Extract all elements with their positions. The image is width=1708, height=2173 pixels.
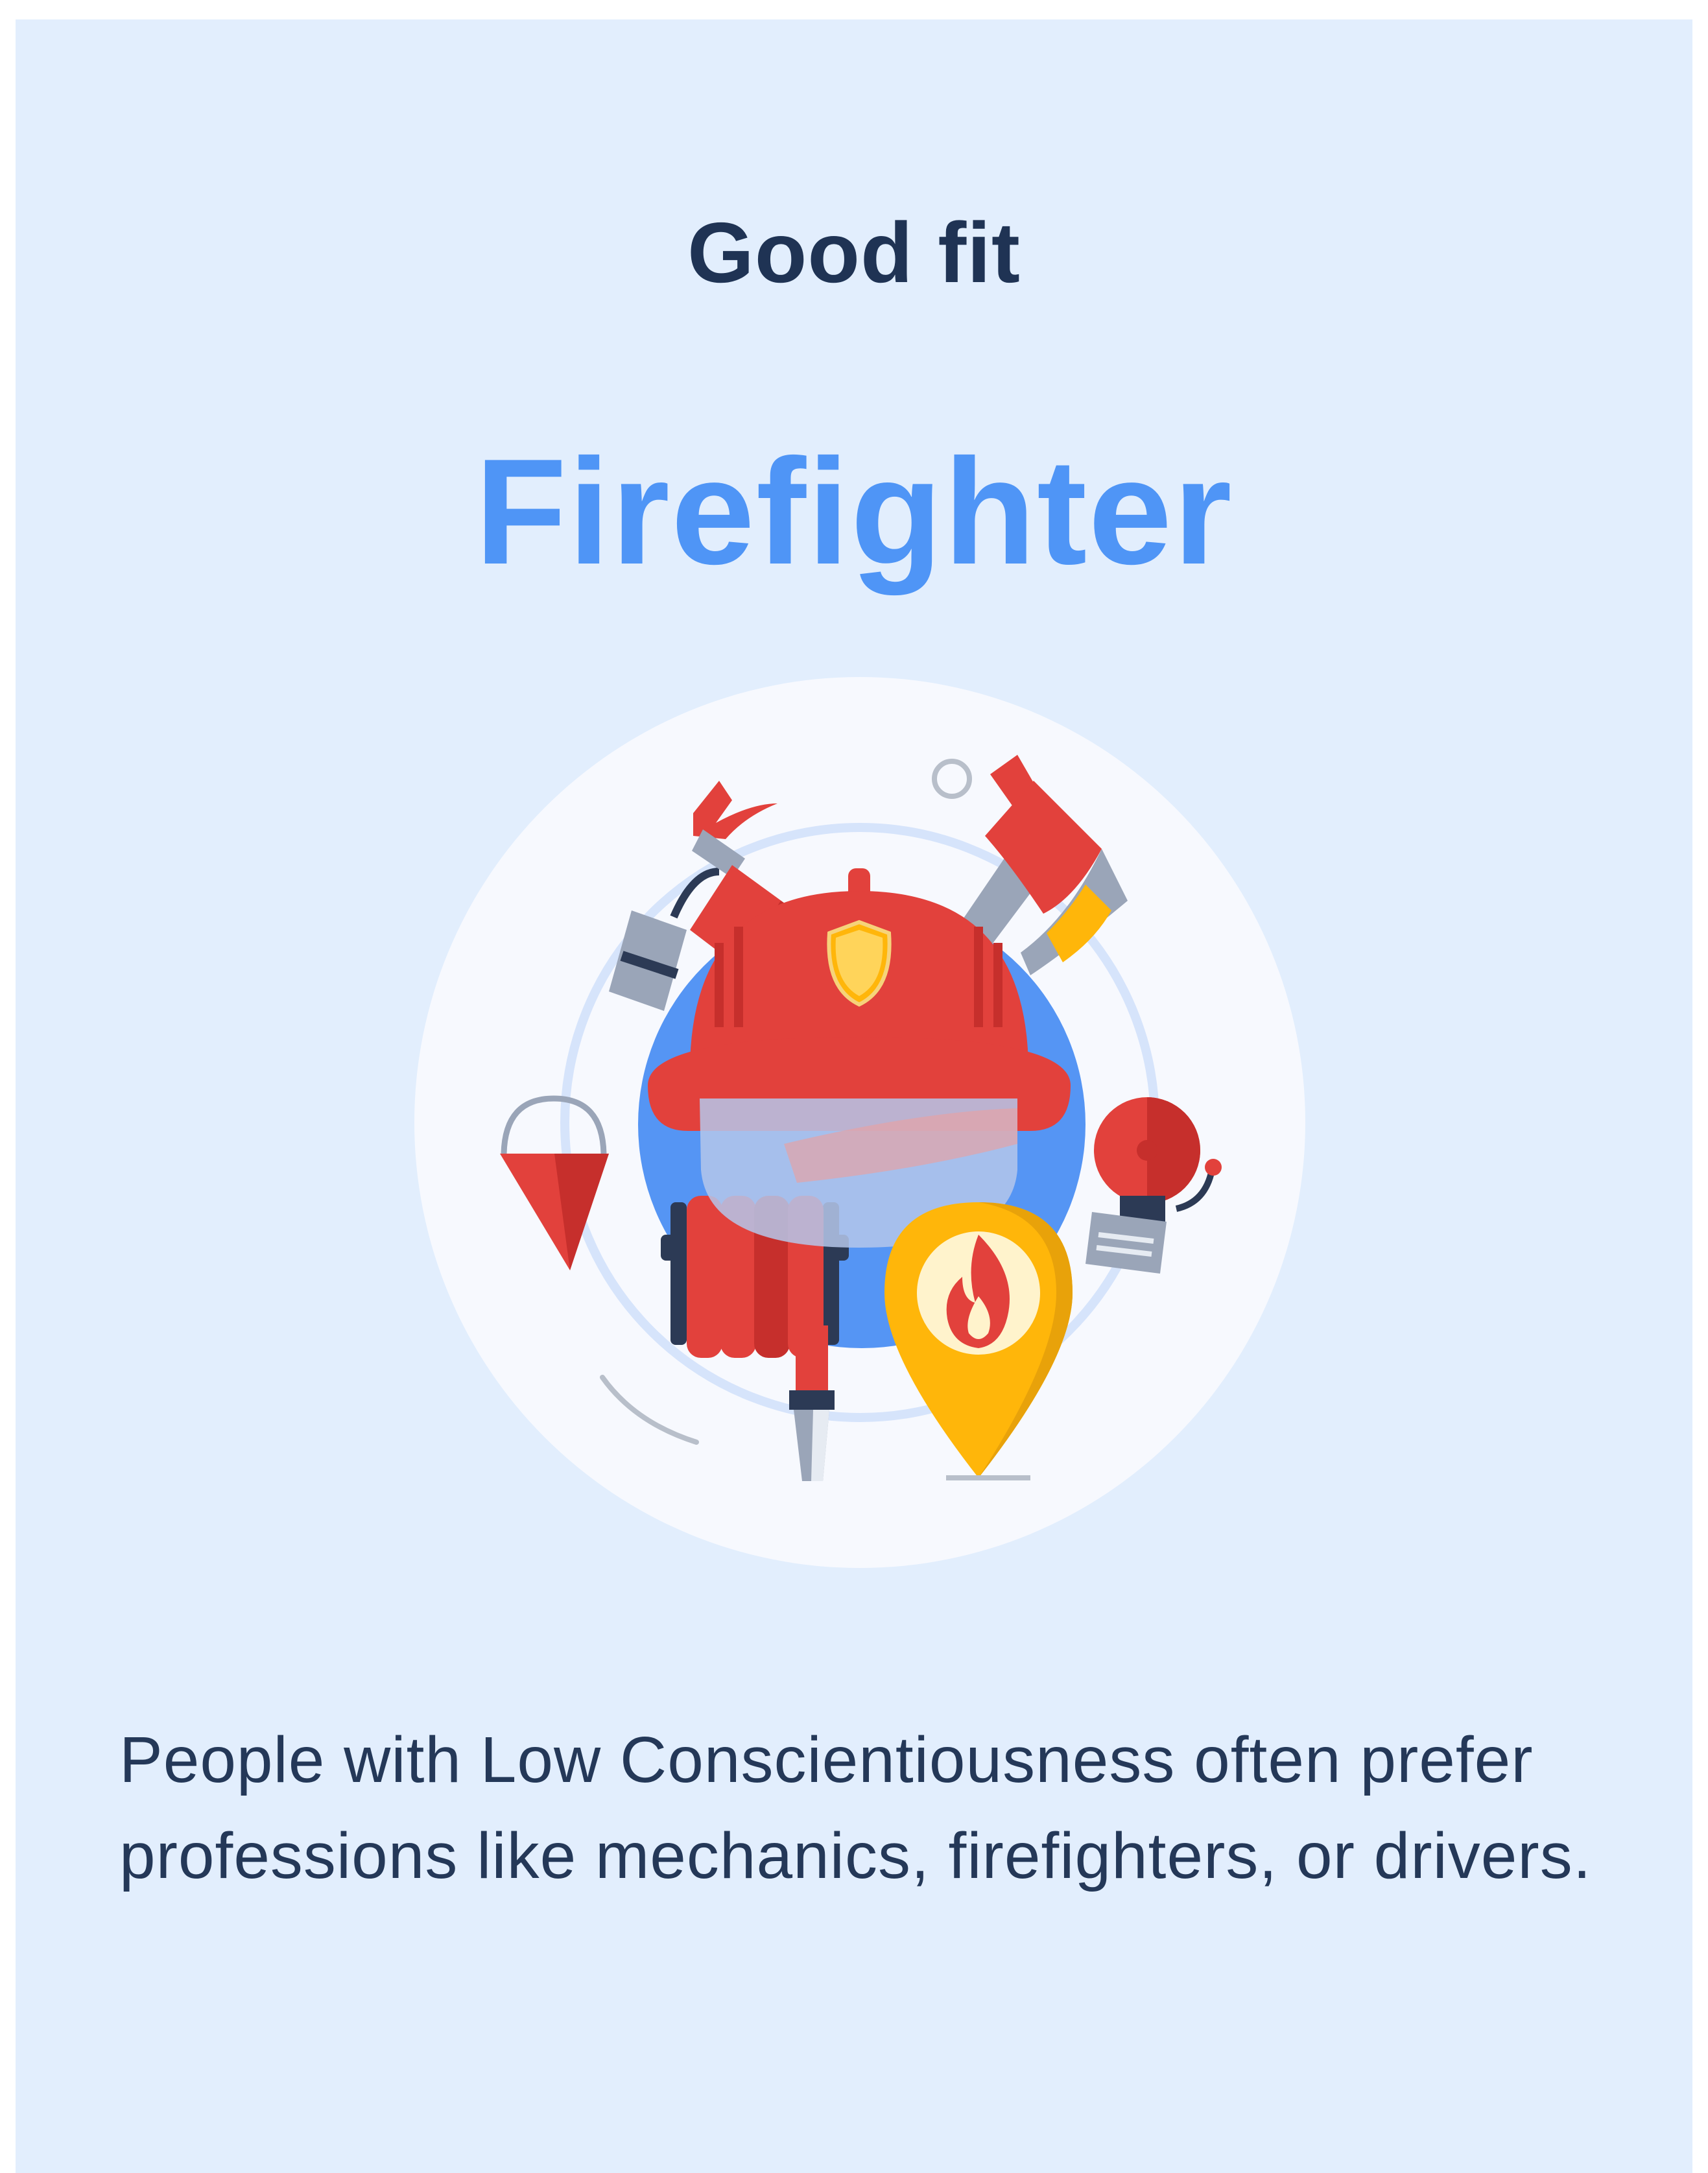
career-description: People with Low Conscientiousness often …: [119, 1724, 1592, 1892]
firefighter-equipment-illustration: [414, 677, 1305, 1568]
career-fit-card: Good fit Firefighter People with Low Con…: [16, 19, 1692, 2173]
fit-label: Good fit: [687, 205, 1021, 300]
career-title: Firefighter: [475, 428, 1233, 596]
